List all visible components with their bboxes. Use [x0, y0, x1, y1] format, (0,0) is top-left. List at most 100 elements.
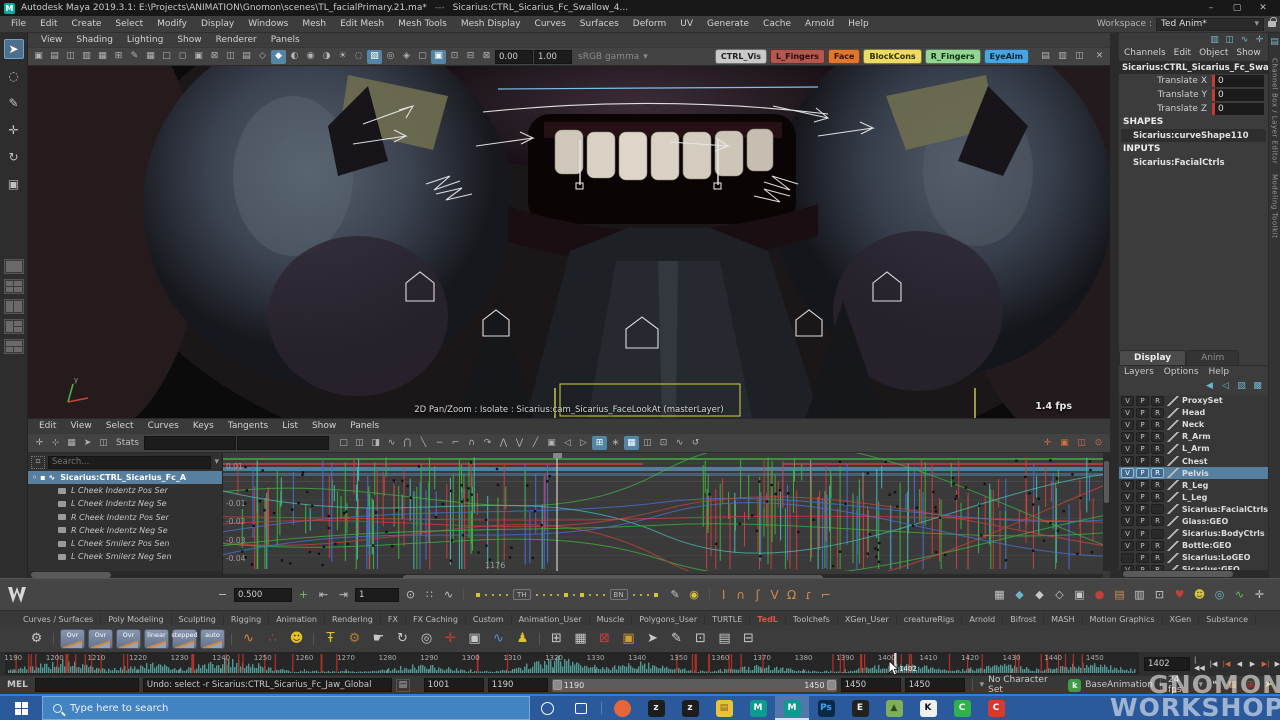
playback-toggle[interactable]: P [1136, 468, 1149, 478]
search-filter-dropdown[interactable]: ▾ [214, 457, 219, 467]
grid-calc-icon[interactable]: ⊞ [546, 628, 567, 649]
graph-menu-view[interactable]: View [63, 421, 98, 431]
menu-arnold[interactable]: Arnold [798, 19, 841, 29]
visibility-toggle[interactable]: V [1121, 529, 1134, 539]
isolate-select-icon[interactable]: ◎ [383, 50, 398, 64]
shelf-tab-mash[interactable]: MASH [1044, 614, 1082, 625]
copy-icon[interactable]: ⊡ [690, 628, 711, 649]
breakdown-icon[interactable]: ◇ [1051, 586, 1068, 603]
menu-windows[interactable]: Windows [241, 19, 295, 29]
record-button[interactable]: ● [1091, 586, 1108, 603]
reference-toggle[interactable]: R [1151, 553, 1164, 563]
frame-all-icon[interactable]: ▣ [1057, 436, 1072, 450]
region-tool-icon[interactable]: ⊡ [656, 436, 671, 450]
layer-row-head[interactable]: VPRHead [1119, 407, 1268, 419]
channel-menu-show[interactable]: Show [1236, 48, 1260, 61]
step-back-button[interactable]: |◀ [1220, 656, 1233, 672]
tangent-preset-1[interactable]: ∩ [733, 588, 749, 602]
spline-curve-icon[interactable]: ∿ [238, 628, 259, 649]
shape-node[interactable]: Sicarius:curveShape110 [1121, 129, 1266, 142]
layer-menu-layers[interactable]: Layers [1124, 367, 1154, 379]
next-key-button[interactable]: ▶| [1272, 656, 1280, 672]
shelf-tab-fx-caching[interactable]: FX Caching [406, 614, 466, 625]
shelf-tab-substance[interactable]: Substance [1199, 614, 1256, 625]
lasso-tool[interactable]: ◌ [4, 66, 24, 86]
char-set-icon[interactable]: ✛ [1251, 586, 1268, 603]
snap-magnet-icon[interactable]: ◆ [1011, 586, 1028, 603]
attribute-value-field[interactable]: 0 [1212, 103, 1264, 115]
motion-blur-icon[interactable]: ◌ [351, 50, 366, 64]
layer-menu-options[interactable]: Options [1164, 367, 1199, 379]
shelf-tab-poly-modeling[interactable]: Poly Modeling [101, 614, 171, 625]
pan-zoom-tool-icon[interactable]: ✛ [1040, 436, 1055, 450]
speed-ramp-icon[interactable]: ◫ [1223, 34, 1236, 48]
axis-colors-icon[interactable]: ✛ [440, 628, 461, 649]
bookmark-icon[interactable]: ▥ [79, 50, 94, 64]
stats-time-field[interactable] [144, 436, 236, 450]
panel-menu-view[interactable]: View [34, 35, 69, 45]
menu-generate[interactable]: Generate [700, 19, 756, 29]
stacked-view-icon[interactable]: ◫ [352, 436, 367, 450]
anim-end-field[interactable] [905, 678, 965, 692]
curve-icon[interactable]: ∿ [49, 473, 56, 482]
app-epic[interactable]: E [843, 696, 877, 720]
playback-toggle[interactable]: P [1136, 432, 1149, 442]
panel-menu-panels[interactable]: Panels [264, 35, 307, 45]
menu-create[interactable]: Create [65, 19, 109, 29]
save-panel-icon[interactable]: ▥ [1055, 50, 1070, 64]
reference-toggle[interactable]: R [1151, 420, 1164, 430]
shelf-tab-rigging[interactable]: Rigging [224, 614, 269, 625]
expand-icon[interactable]: ◦ [32, 473, 37, 482]
menu-cache[interactable]: Cache [756, 19, 798, 29]
character-set-dropdown-arrow[interactable]: ▾ [980, 680, 985, 690]
playback-end-field[interactable] [841, 678, 901, 692]
lights-icon[interactable]: ◉ [303, 50, 318, 64]
workspace-dropdown[interactable]: Ted Anim*▾ [1156, 18, 1264, 31]
workspace-lock-icon[interactable] [1268, 21, 1276, 27]
stats-value-field[interactable] [237, 436, 329, 450]
rotate-rig-icon[interactable]: ↻ [392, 628, 413, 649]
playback-toggle[interactable]: P [1136, 420, 1149, 430]
anim-snapshot-icon[interactable]: ⊡ [1151, 586, 1168, 603]
linear-tangent-icon[interactable]: ╲ [416, 436, 431, 450]
frame-icon[interactable]: ▦ [64, 436, 79, 450]
playback-toggle[interactable]: P [1136, 480, 1149, 490]
field-chart-icon[interactable]: ⊠ [207, 50, 222, 64]
key-icon[interactable]: Ŧ [320, 628, 341, 649]
resolution-gate-icon[interactable]: ◻ [175, 50, 190, 64]
safe-title-icon[interactable]: ▤ [239, 50, 254, 64]
shelf-tab-tedl[interactable]: TedL [750, 614, 786, 625]
free-weight-icon[interactable]: ╱ [528, 436, 543, 450]
sidebar-tab-modeling-toolkit[interactable]: Modeling Toolkit [1271, 174, 1279, 238]
playback-toggle[interactable]: P [1136, 529, 1149, 539]
app-maya[interactable]: M [741, 696, 775, 720]
paint-select-tool[interactable]: ✎ [4, 93, 24, 113]
shelf-tab-muscle[interactable]: Muscle [590, 614, 633, 625]
go-to-start-button[interactable]: |◀◀ [1194, 656, 1207, 672]
rotate-tool[interactable]: ↻ [4, 147, 24, 167]
menu-file[interactable]: File [4, 19, 33, 29]
image-plane-icon[interactable]: ▦ [95, 50, 110, 64]
graph-channel-row[interactable]: R Cheek Indentz Pos Ser [28, 511, 222, 524]
tangent-preset-6[interactable]: ⌐ [818, 588, 834, 602]
insert-keys-icon[interactable]: ⊞ [592, 436, 607, 450]
playback-start-field[interactable] [488, 678, 548, 692]
joints-xray-icon[interactable]: ◈ [399, 50, 414, 64]
layer-from-selected-icon[interactable]: ▩ [1251, 380, 1264, 394]
shelf-button-ovr[interactable]: Ovr [116, 629, 141, 649]
cube-icon[interactable]: ▣ [464, 628, 485, 649]
input-node[interactable]: Sicarius:FacialCtrls [1121, 156, 1266, 169]
shelf-tab-polygons-user[interactable]: Polygons_User [632, 614, 705, 625]
spline-tangent-icon[interactable]: ∿ [384, 436, 399, 450]
hotkey-editor-icon[interactable]: ⊞ [1243, 678, 1258, 692]
auto-tangent-icon[interactable]: ↷ [480, 436, 495, 450]
swap-buffer-icon[interactable]: ↺ [688, 436, 703, 450]
picker-button-r-fingers[interactable]: R_Fingers [925, 49, 981, 64]
layer-row-sicarius-facialctrls[interactable]: VPSicarius:FacialCtrls [1119, 503, 1268, 515]
settings-gear-icon[interactable]: ⚙ [26, 628, 47, 649]
tangent-preset-3[interactable]: Ⅴ [767, 588, 783, 602]
graph-search-input[interactable] [48, 456, 211, 469]
reference-toggle[interactable]: R [1151, 408, 1164, 418]
picker-button-ctrl-vis[interactable]: CTRL_Vis [715, 49, 767, 64]
frame-center-icon[interactable]: ⊙ [1091, 436, 1106, 450]
